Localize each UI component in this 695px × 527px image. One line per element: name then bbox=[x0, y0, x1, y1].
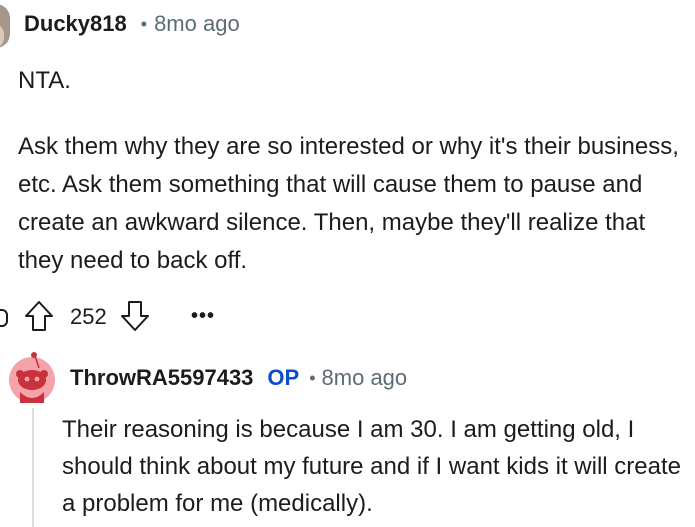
upvote-button[interactable] bbox=[22, 299, 56, 333]
arrow-up-icon bbox=[25, 301, 53, 331]
snoo-avatar-icon[interactable] bbox=[8, 350, 56, 404]
reply-body: Their reasoning is because I am 30. I am… bbox=[62, 416, 681, 517]
thread-line[interactable] bbox=[32, 408, 34, 527]
downvote-button[interactable] bbox=[118, 299, 152, 333]
vote-score: 252 bbox=[70, 304, 107, 329]
comment-header: Ducky818 • 8mo ago bbox=[24, 11, 240, 37]
comment-thread: Ducky818 • 8mo ago NTA. Ask them why the… bbox=[0, 0, 695, 527]
reply-header: ThrowRA5597433 OP • 8mo ago bbox=[70, 365, 407, 391]
reply-username[interactable]: ThrowRA5597433 bbox=[70, 365, 253, 391]
collapse-thread-icon[interactable] bbox=[0, 309, 8, 327]
separator-dot: • bbox=[140, 13, 148, 34]
comment-paragraph: Ask them why they are so interested or w… bbox=[18, 133, 679, 274]
separator-dot: • bbox=[309, 367, 316, 388]
reply-timestamp[interactable]: 8mo ago bbox=[322, 365, 408, 391]
arrow-down-icon bbox=[121, 301, 149, 331]
comment-timestamp[interactable]: 8mo ago bbox=[154, 11, 240, 37]
comment-username[interactable]: Ducky818 bbox=[24, 11, 127, 37]
comment-paragraph: NTA. bbox=[18, 67, 71, 94]
avatar-icon[interactable] bbox=[0, 4, 10, 48]
more-options-button[interactable]: ••• bbox=[186, 299, 220, 333]
op-badge: OP bbox=[267, 365, 300, 390]
